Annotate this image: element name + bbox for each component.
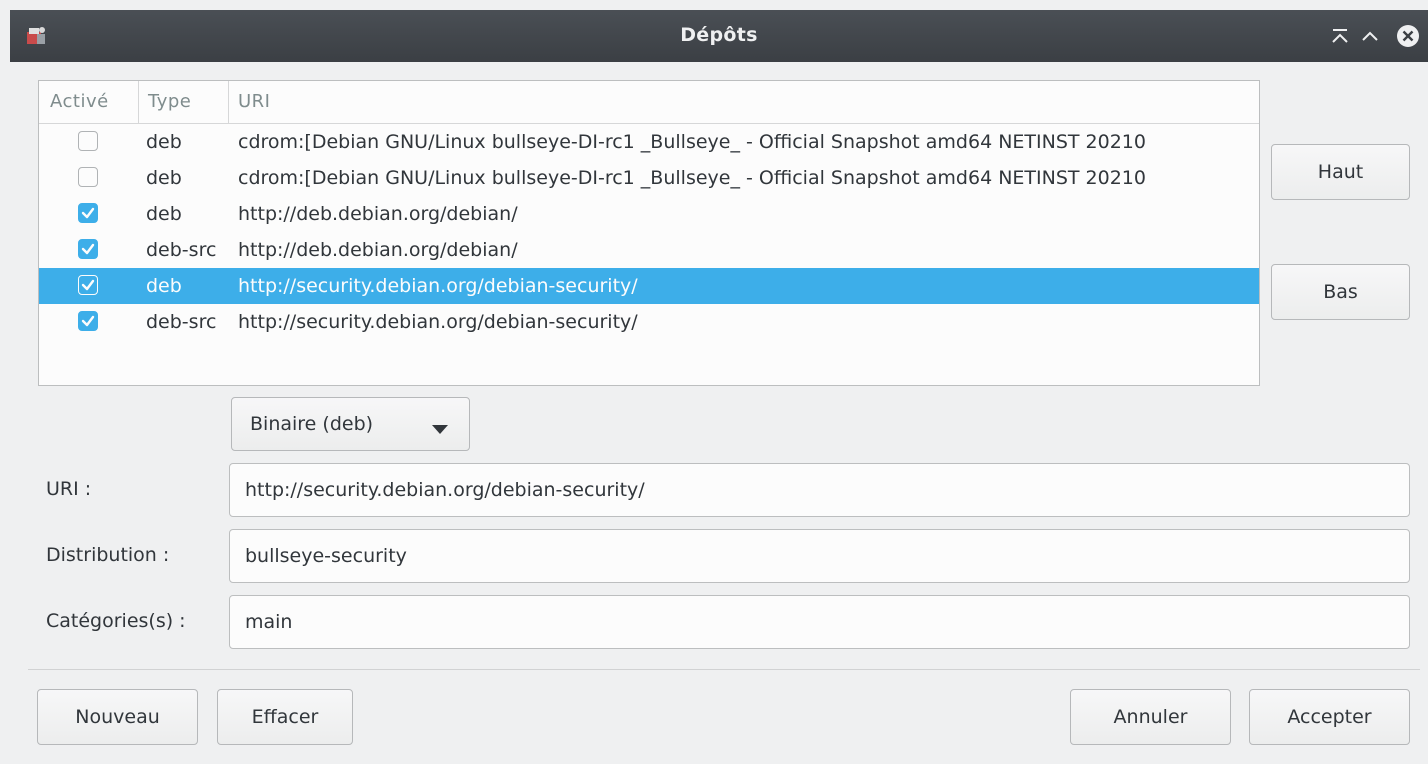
column-header-enabled[interactable]: Activé — [50, 81, 109, 123]
row-type: deb — [146, 131, 182, 153]
column-separator — [138, 81, 139, 123]
row-uri: http://security.debian.org/debian-securi… — [238, 311, 638, 333]
accept-button[interactable]: Accepter — [1249, 689, 1410, 745]
check-icon — [81, 243, 95, 255]
row-type: deb-src — [146, 239, 217, 261]
enabled-checkbox[interactable] — [78, 275, 98, 295]
divider — [28, 669, 1420, 670]
distribution-label: Distribution : — [46, 544, 170, 566]
title-bar: Dépôts — [10, 10, 1428, 62]
table-row[interactable]: deb cdrom:[Debian GNU/Linux bullseye-DI-r… — [39, 124, 1259, 160]
table-row[interactable]: deb-src http://deb.debian.org/debian/ — [39, 232, 1259, 268]
table-row[interactable]: deb http://security.debian.org/debian-sec… — [39, 268, 1259, 304]
row-uri: cdrom:[Debian GNU/Linux bullseye-DI-rc1 … — [238, 167, 1146, 189]
type-dropdown[interactable]: Binaire (deb) — [231, 397, 470, 451]
enabled-checkbox[interactable] — [78, 203, 98, 223]
move-down-button[interactable]: Bas — [1271, 264, 1410, 320]
repository-list[interactable]: Activé Type URI deb cdrom:[Debian GNU/Lin… — [38, 80, 1260, 386]
row-type: deb — [146, 275, 182, 297]
enabled-checkbox[interactable] — [78, 167, 98, 187]
check-icon — [81, 315, 95, 327]
type-dropdown-value: Binaire (deb) — [250, 413, 374, 435]
row-uri: http://deb.debian.org/debian/ — [238, 203, 518, 225]
distribution-field[interactable]: bullseye-security — [229, 529, 1410, 583]
cancel-button[interactable]: Annuler — [1070, 689, 1231, 745]
uri-label: URI : — [46, 478, 92, 500]
table-row[interactable]: deb http://deb.debian.org/debian/ — [39, 196, 1259, 232]
maximize-icon[interactable] — [1358, 24, 1382, 48]
row-uri: http://security.debian.org/debian-securi… — [238, 275, 638, 297]
enabled-checkbox[interactable] — [78, 311, 98, 331]
table-row[interactable]: deb-src http://security.debian.org/debian… — [39, 304, 1259, 340]
move-up-button[interactable]: Haut — [1271, 144, 1410, 200]
enabled-checkbox[interactable] — [78, 131, 98, 151]
column-header-type[interactable]: Type — [148, 81, 191, 123]
categories-field[interactable]: main — [229, 595, 1410, 649]
table-row[interactable]: deb cdrom:[Debian GNU/Linux bullseye-DI-r… — [39, 160, 1259, 196]
dropdown-arrow-icon — [432, 420, 448, 439]
window-title: Dépôts — [680, 24, 758, 46]
enabled-checkbox[interactable] — [78, 239, 98, 259]
check-icon — [81, 207, 95, 219]
row-type: deb-src — [146, 311, 217, 333]
row-type: deb — [146, 203, 182, 225]
close-icon[interactable] — [1396, 24, 1420, 48]
new-button[interactable]: Nouveau — [37, 689, 198, 745]
uri-field[interactable]: http://security.debian.org/debian-securi… — [229, 463, 1410, 517]
check-icon — [81, 279, 95, 291]
delete-button[interactable]: Effacer — [217, 689, 353, 745]
categories-label: Catégories(s) : — [46, 610, 186, 632]
row-uri: http://deb.debian.org/debian/ — [238, 239, 518, 261]
column-header-uri[interactable]: URI — [238, 81, 271, 123]
row-uri: cdrom:[Debian GNU/Linux bullseye-DI-rc1 … — [238, 131, 1146, 153]
keep-above-icon[interactable] — [1328, 24, 1352, 48]
list-header: Activé Type URI — [39, 81, 1259, 124]
row-type: deb — [146, 167, 182, 189]
column-separator — [228, 81, 229, 123]
